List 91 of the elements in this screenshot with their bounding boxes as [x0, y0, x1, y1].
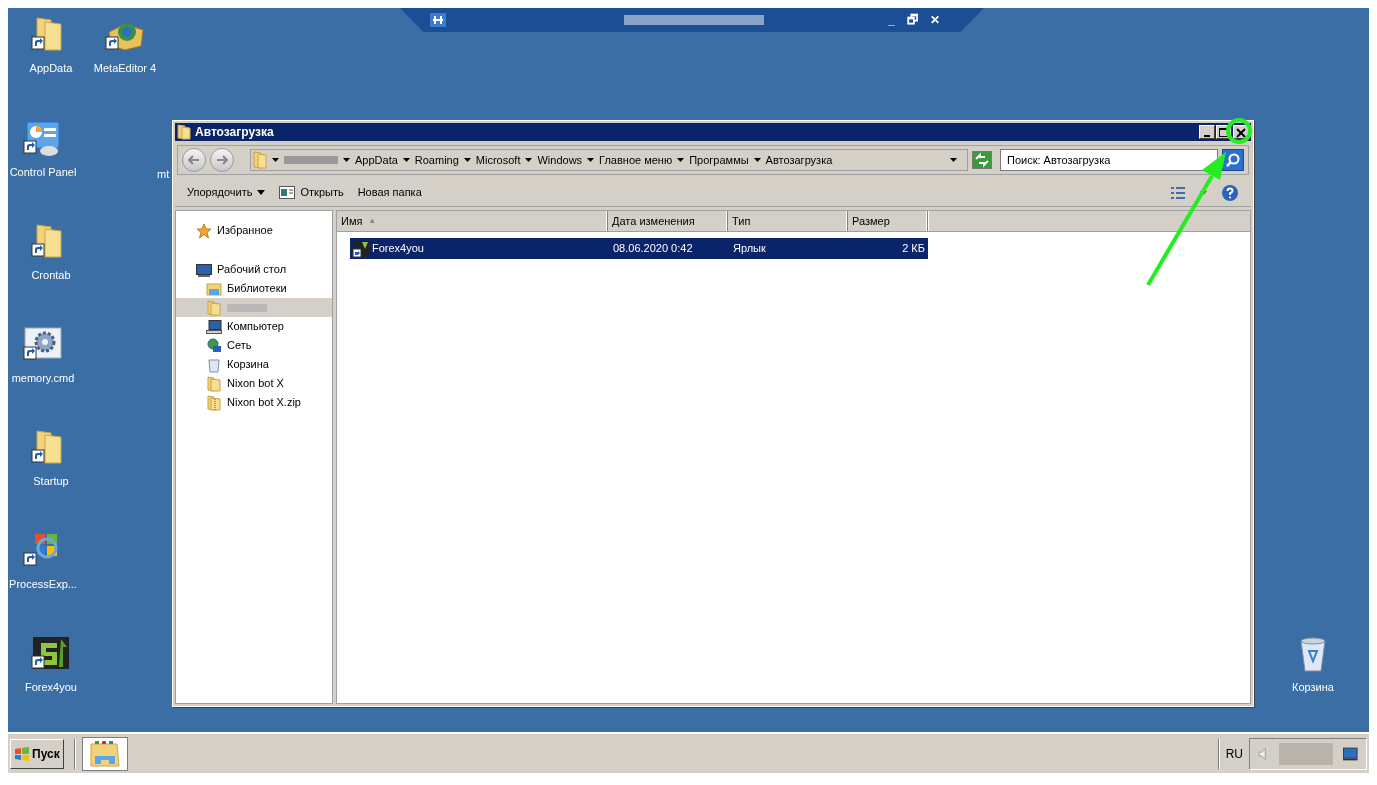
navigation-item[interactable]: Библиотеки	[176, 279, 332, 298]
arrow-icon	[215, 154, 229, 166]
connection-bar-button[interactable]: 🗗	[907, 14, 918, 26]
window-icon	[279, 186, 296, 199]
navigation-item[interactable]: Сеть	[176, 336, 332, 355]
dropdown-arrow-icon	[1200, 190, 1207, 195]
close-icon	[1234, 126, 1248, 138]
speaker-icon	[1258, 746, 1269, 761]
navigation-item[interactable]: Nixon bot X.zip	[176, 393, 332, 412]
organize-menu-button[interactable]: Упорядочить	[187, 184, 266, 201]
navigation-item[interactable]: Корзина	[176, 355, 332, 374]
star-icon	[196, 222, 212, 239]
column-header[interactable]: Тип	[728, 211, 848, 231]
breadcrumb-arrow-icon	[677, 158, 685, 162]
folder-icon	[206, 299, 222, 316]
help-icon	[1221, 183, 1239, 202]
file-name: Forex4you	[372, 241, 424, 257]
icon-label[interactable]: Корзина	[1292, 679, 1334, 696]
folder-icon	[88, 739, 121, 768]
minimize-button[interactable]	[1199, 125, 1215, 139]
forward-button[interactable]	[210, 148, 234, 172]
column-header[interactable]: Дата изменения	[608, 211, 728, 231]
folder-icon	[206, 280, 222, 297]
dropdown-arrow-icon	[950, 158, 957, 162]
file-row[interactable]: Forex4you 08.06.2020 0:42 Ярлык 2 КБ	[350, 238, 928, 259]
zip-folder-icon	[206, 394, 222, 411]
folder-icon	[206, 375, 222, 392]
search-icon	[1225, 152, 1241, 168]
connection-bar-button[interactable]: _	[888, 14, 895, 26]
column-header[interactable]: Имя ▴	[337, 211, 608, 231]
computer-icon	[206, 318, 222, 335]
taskbar-explorer-button[interactable]	[81, 736, 128, 771]
monitor-icon	[1343, 746, 1358, 761]
breadcrumb[interactable]: Программы	[689, 151, 749, 169]
minimize-icon	[1204, 135, 1210, 137]
icon-label[interactable]: ProcessExp...	[9, 576, 77, 593]
breadcrumb-arrow-icon	[402, 158, 410, 162]
recycle-bin-icon	[206, 356, 222, 373]
breadcrumb-arrow-icon	[753, 158, 761, 162]
folder-icon	[177, 124, 191, 140]
sort-arrow-icon: ▴	[370, 214, 376, 228]
redacted-label	[227, 303, 267, 312]
column-header[interactable]: Размер	[848, 211, 928, 231]
globe-icon	[206, 337, 222, 354]
breadcrumb[interactable]: Microsoft	[475, 151, 521, 169]
shortcut-icon	[352, 239, 370, 258]
icon-label[interactable]: MetaEditor 4	[93, 60, 157, 77]
file-type: Ярлык	[732, 241, 767, 257]
arrow-icon	[187, 154, 201, 166]
breadcrumb-arrow-icon	[463, 158, 471, 162]
connection-bar-button[interactable]: ✕	[930, 14, 940, 26]
icon-label[interactable]: Startup	[33, 473, 69, 490]
navigation-item[interactable]: Избранное	[176, 221, 332, 240]
redacted-clock	[1278, 742, 1334, 765]
windows-logo-icon	[14, 746, 30, 761]
address-field[interactable]: AppData Roaming Microsoft Windows Главное меню Программы Автозагрузка	[250, 149, 968, 171]
back-button[interactable]	[182, 148, 206, 172]
toolbar-button[interactable]: Новая папка	[357, 184, 422, 201]
breadcrumb-arrow-icon	[587, 158, 595, 162]
folder-icon	[253, 151, 267, 169]
annotation-circle	[1226, 118, 1252, 144]
icon-label[interactable]: Forex4you	[25, 679, 77, 696]
monitor-icon	[196, 261, 212, 278]
navigation-item[interactable]: Рабочий стол	[176, 260, 332, 279]
open-button[interactable]: Открыть	[279, 184, 344, 201]
breadcrumb[interactable]: Windows	[537, 151, 583, 169]
start-button[interactable]: Пуск	[10, 738, 64, 769]
icon-label[interactable]: Crontab	[31, 267, 71, 284]
window-title: Автозагрузка	[195, 124, 274, 141]
language-indicator[interactable]: RU	[1225, 744, 1243, 763]
breadcrumb[interactable]: Roaming	[414, 151, 459, 169]
modified-date: 08.06.2020 0:42	[612, 241, 694, 257]
navigation-item[interactable]: Nixon bot X	[176, 374, 332, 393]
icon-label[interactable]: AppData	[29, 60, 73, 77]
file-size: 2 КБ	[901, 241, 926, 257]
navigation-item[interactable]: Компьютер	[176, 317, 332, 336]
refresh-icon	[972, 151, 992, 169]
pin-icon	[430, 13, 446, 27]
view-list-icon	[1170, 185, 1186, 200]
breadcrumb[interactable]: AppData	[355, 151, 398, 169]
icon-label[interactable]: memory.cmd	[11, 370, 75, 387]
search-field[interactable]: Поиск: Автозагрузка	[1000, 149, 1218, 171]
icon-label[interactable]: Control Panel	[9, 164, 77, 181]
breadcrumb-arrow-icon	[343, 158, 350, 162]
breadcrumb-arrow-icon	[272, 158, 279, 162]
breadcrumb-arrow-icon	[525, 158, 533, 162]
icon-label: mt	[157, 167, 170, 182]
search-button[interactable]	[1222, 149, 1244, 171]
breadcrumb[interactable]: Главное меню	[599, 151, 673, 169]
breadcrumb[interactable]: Автозагрузка	[765, 151, 833, 169]
dropdown-arrow-icon	[257, 190, 266, 195]
